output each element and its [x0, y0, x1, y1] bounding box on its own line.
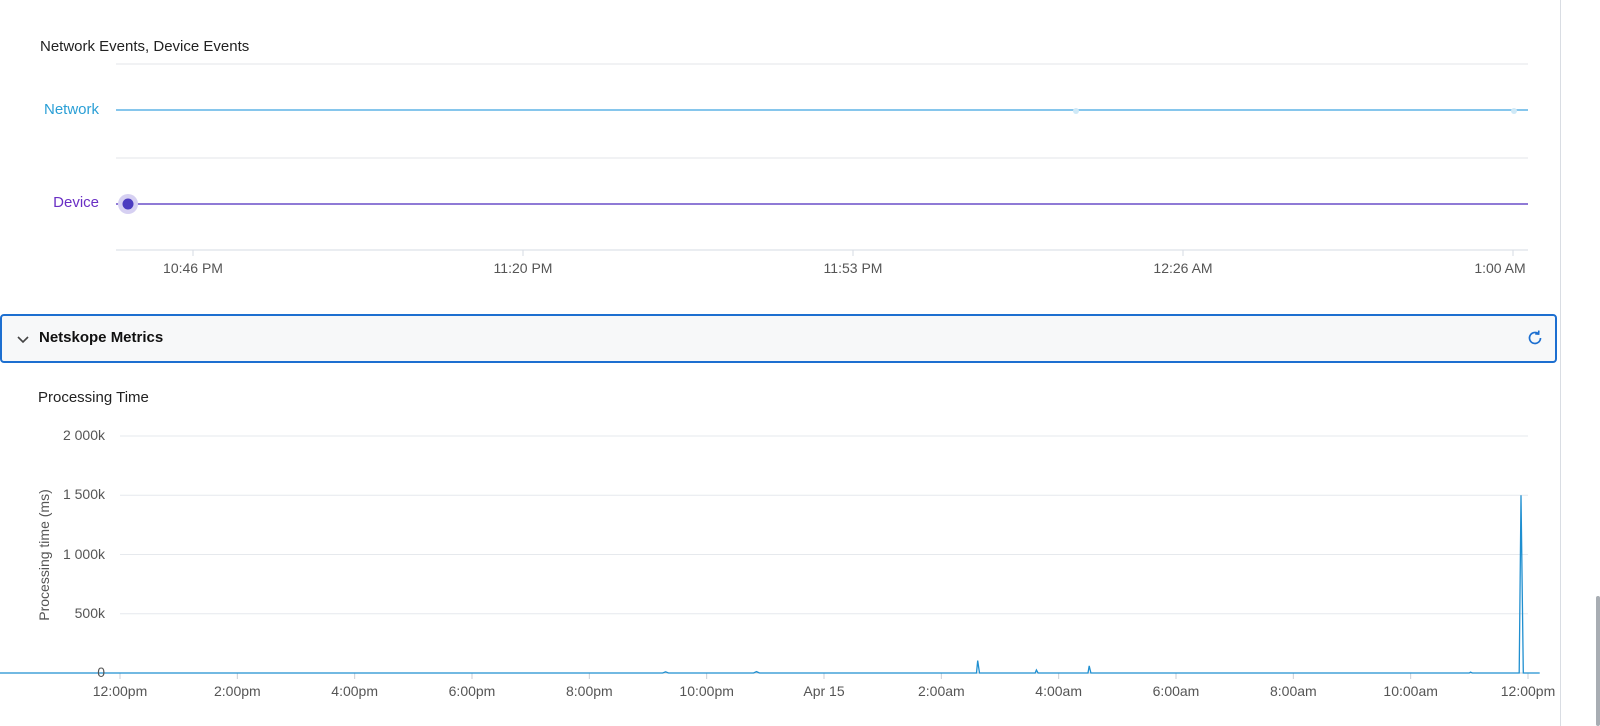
x-tick-label: 2:00pm: [213, 683, 261, 699]
y-tick-label: 2 000k: [62, 427, 105, 443]
x-tick-label: Apr 15: [803, 683, 845, 699]
x-tick-label: 6:00am: [1152, 683, 1200, 699]
y-tick-label: 0: [97, 664, 105, 680]
y-tick-label: 500k: [74, 604, 105, 621]
x-tick-label: 12:00pm: [92, 683, 148, 699]
x-tick-label: 10:00am: [1383, 683, 1438, 699]
scrollbar-thumb[interactable]: [1596, 596, 1600, 726]
panel-divider: [1560, 0, 1561, 726]
x-tick-label: 6:00pm: [448, 683, 496, 699]
x-tick-label: 2:00am: [917, 683, 965, 699]
processing-time-series-line: [0, 495, 1540, 674]
y-tick-label: 1 500k: [62, 486, 105, 503]
x-tick-label: 8:00am: [1269, 683, 1317, 699]
processing-time-chart: [0, 435, 1540, 679]
y-tick-label: 1 000k: [62, 545, 105, 562]
x-tick-label: 10:00pm: [679, 683, 734, 699]
x-tick-label: 8:00pm: [565, 683, 613, 699]
x-tick-label: 4:00pm: [331, 683, 379, 699]
x-tick-label: 4:00am: [1035, 683, 1083, 699]
x-tick-label: 12:00pm: [1500, 683, 1556, 699]
